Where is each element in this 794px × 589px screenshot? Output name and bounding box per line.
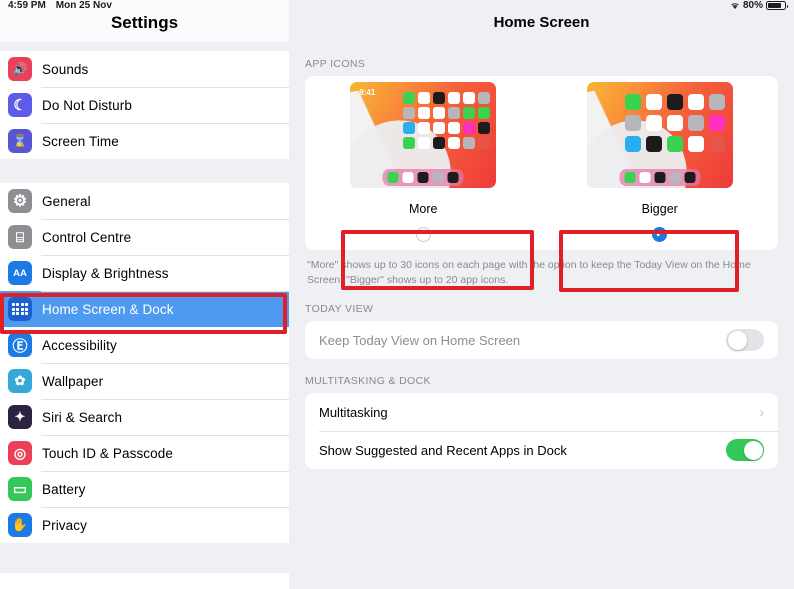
app-icons-section-header: APP ICONS: [305, 58, 366, 70]
sidebar-item-label: Do Not Disturb: [42, 97, 132, 113]
row-keep-today-view[interactable]: Keep Today View on Home Screen: [305, 321, 778, 359]
sidebar-group-gap: [0, 159, 289, 183]
multitasking-section-header: MULTITASKING & DOCK: [305, 375, 431, 387]
bigger-option-highlight: [559, 230, 739, 292]
sidebar-group: Sounds Do Not Disturb Screen Time: [0, 51, 289, 159]
sidebar-item-label: Screen Time: [42, 133, 119, 149]
status-time: 4:59 PM: [8, 0, 46, 11]
sidebar-bottom-gap: [0, 543, 289, 573]
sidebar-item-touch-id-passcode[interactable]: Touch ID & Passcode: [0, 435, 289, 471]
today-view-card: Keep Today View on Home Screen: [305, 321, 778, 359]
hand-icon: [8, 513, 32, 537]
status-bar-right: 80%: [730, 0, 788, 11]
sidebar-item-wallpaper[interactable]: Wallpaper: [0, 363, 289, 399]
sidebar-item-sounds[interactable]: Sounds: [0, 51, 289, 87]
flower-icon: [8, 369, 32, 393]
preview-dock: [619, 169, 701, 186]
sidebar-group-gap: [0, 42, 289, 51]
today-view-section-header: TODAY VIEW: [305, 303, 374, 315]
sidebar-home-screen-highlight: [0, 293, 287, 334]
preview-dock: [382, 169, 464, 186]
speaker-icon: [8, 57, 32, 81]
sidebar-group: General Control Centre Display & Brightnes…: [0, 183, 289, 543]
sidebar-item-label: Sounds: [42, 61, 89, 77]
chevron-right-icon: ›: [759, 404, 764, 420]
moon-icon: [8, 93, 32, 117]
sidebar-item-label: Battery: [42, 481, 86, 497]
sidebar-item-label: Privacy: [42, 517, 87, 533]
row-show-suggested-apps[interactable]: Show Suggested and Recent Apps in Dock: [305, 431, 778, 469]
app-icon-choice-bigger[interactable]: Bigger: [542, 82, 779, 242]
sidebar-item-label: General: [42, 193, 91, 209]
sidebar-item-control-centre[interactable]: Control Centre: [0, 219, 289, 255]
show-suggested-apps-toggle[interactable]: [726, 439, 764, 461]
preview-app-grid: [403, 92, 491, 149]
row-multitasking[interactable]: Multitasking ›: [305, 393, 778, 431]
sidebar-item-screen-time[interactable]: Screen Time: [0, 123, 289, 159]
battery-percent: 80%: [742, 0, 763, 11]
sidebar-item-battery[interactable]: Battery: [0, 471, 289, 507]
status-bar: 4:59 PM Mon 25 Nov 80%: [0, 0, 794, 13]
app-icon-choice-label: Bigger: [641, 202, 678, 216]
battery-icon: [8, 477, 32, 501]
gear-icon: [8, 189, 32, 213]
row-show-suggested-apps-label: Show Suggested and Recent Apps in Dock: [319, 442, 567, 458]
home-screen-preview-bigger: [586, 82, 733, 188]
status-bar-left: 4:59 PM Mon 25 Nov: [8, 0, 112, 11]
sliders-icon: [8, 225, 32, 249]
ipad-settings-screen: 4:59 PM Mon 25 Nov 80% Settings SoundsDo…: [0, 0, 794, 589]
battery-icon: [766, 1, 788, 10]
app-icon-choice-more[interactable]: 9:41 More: [305, 82, 542, 242]
sidebar-item-do-not-disturb[interactable]: Do Not Disturb: [0, 87, 289, 123]
hourglass-icon: [8, 129, 32, 153]
sidebar-item-privacy[interactable]: Privacy: [0, 507, 289, 543]
sidebar-item-label: Accessibility: [42, 337, 117, 353]
fingerprint-icon: [8, 441, 32, 465]
app-icon-size-chooser[interactable]: 9:41 More Bigger: [305, 76, 778, 250]
wifi-icon: [730, 1, 740, 10]
sidebar-item-label: Display & Brightness: [42, 265, 169, 281]
app-icons-card: 9:41 More Bigger: [305, 76, 778, 250]
sidebar-item-label: Control Centre: [42, 229, 132, 245]
accessibility-icon: [8, 333, 32, 357]
multitasking-card: Multitasking › Show Suggested and Recent…: [305, 393, 778, 469]
preview-app-grid: [624, 94, 725, 152]
status-date: Mon 25 Nov: [55, 0, 112, 11]
app-icon-choice-label: More: [409, 202, 438, 216]
more-option-highlight: [341, 230, 534, 290]
preview-clock: 9:41: [359, 88, 376, 97]
aa-icon: [8, 261, 32, 285]
sidebar-item-display-brightness[interactable]: Display & Brightness: [0, 255, 289, 291]
sidebar-item-label: Wallpaper: [42, 373, 104, 389]
home-screen-preview-more: 9:41: [350, 82, 497, 188]
row-multitasking-label: Multitasking: [319, 404, 388, 420]
siri-icon: [8, 405, 32, 429]
row-keep-today-view-label: Keep Today View on Home Screen: [319, 332, 521, 348]
sidebar-item-label: Touch ID & Passcode: [42, 445, 173, 461]
sidebar-item-general[interactable]: General: [0, 183, 289, 219]
keep-today-view-toggle[interactable]: [726, 329, 764, 351]
sidebar-item-label: Siri & Search: [42, 409, 123, 425]
home-screen-detail-panel: Home Screen APP ICONS 9:41MoreBigger "Mo…: [289, 0, 794, 589]
sidebar-item-siri-search[interactable]: Siri & Search: [0, 399, 289, 435]
